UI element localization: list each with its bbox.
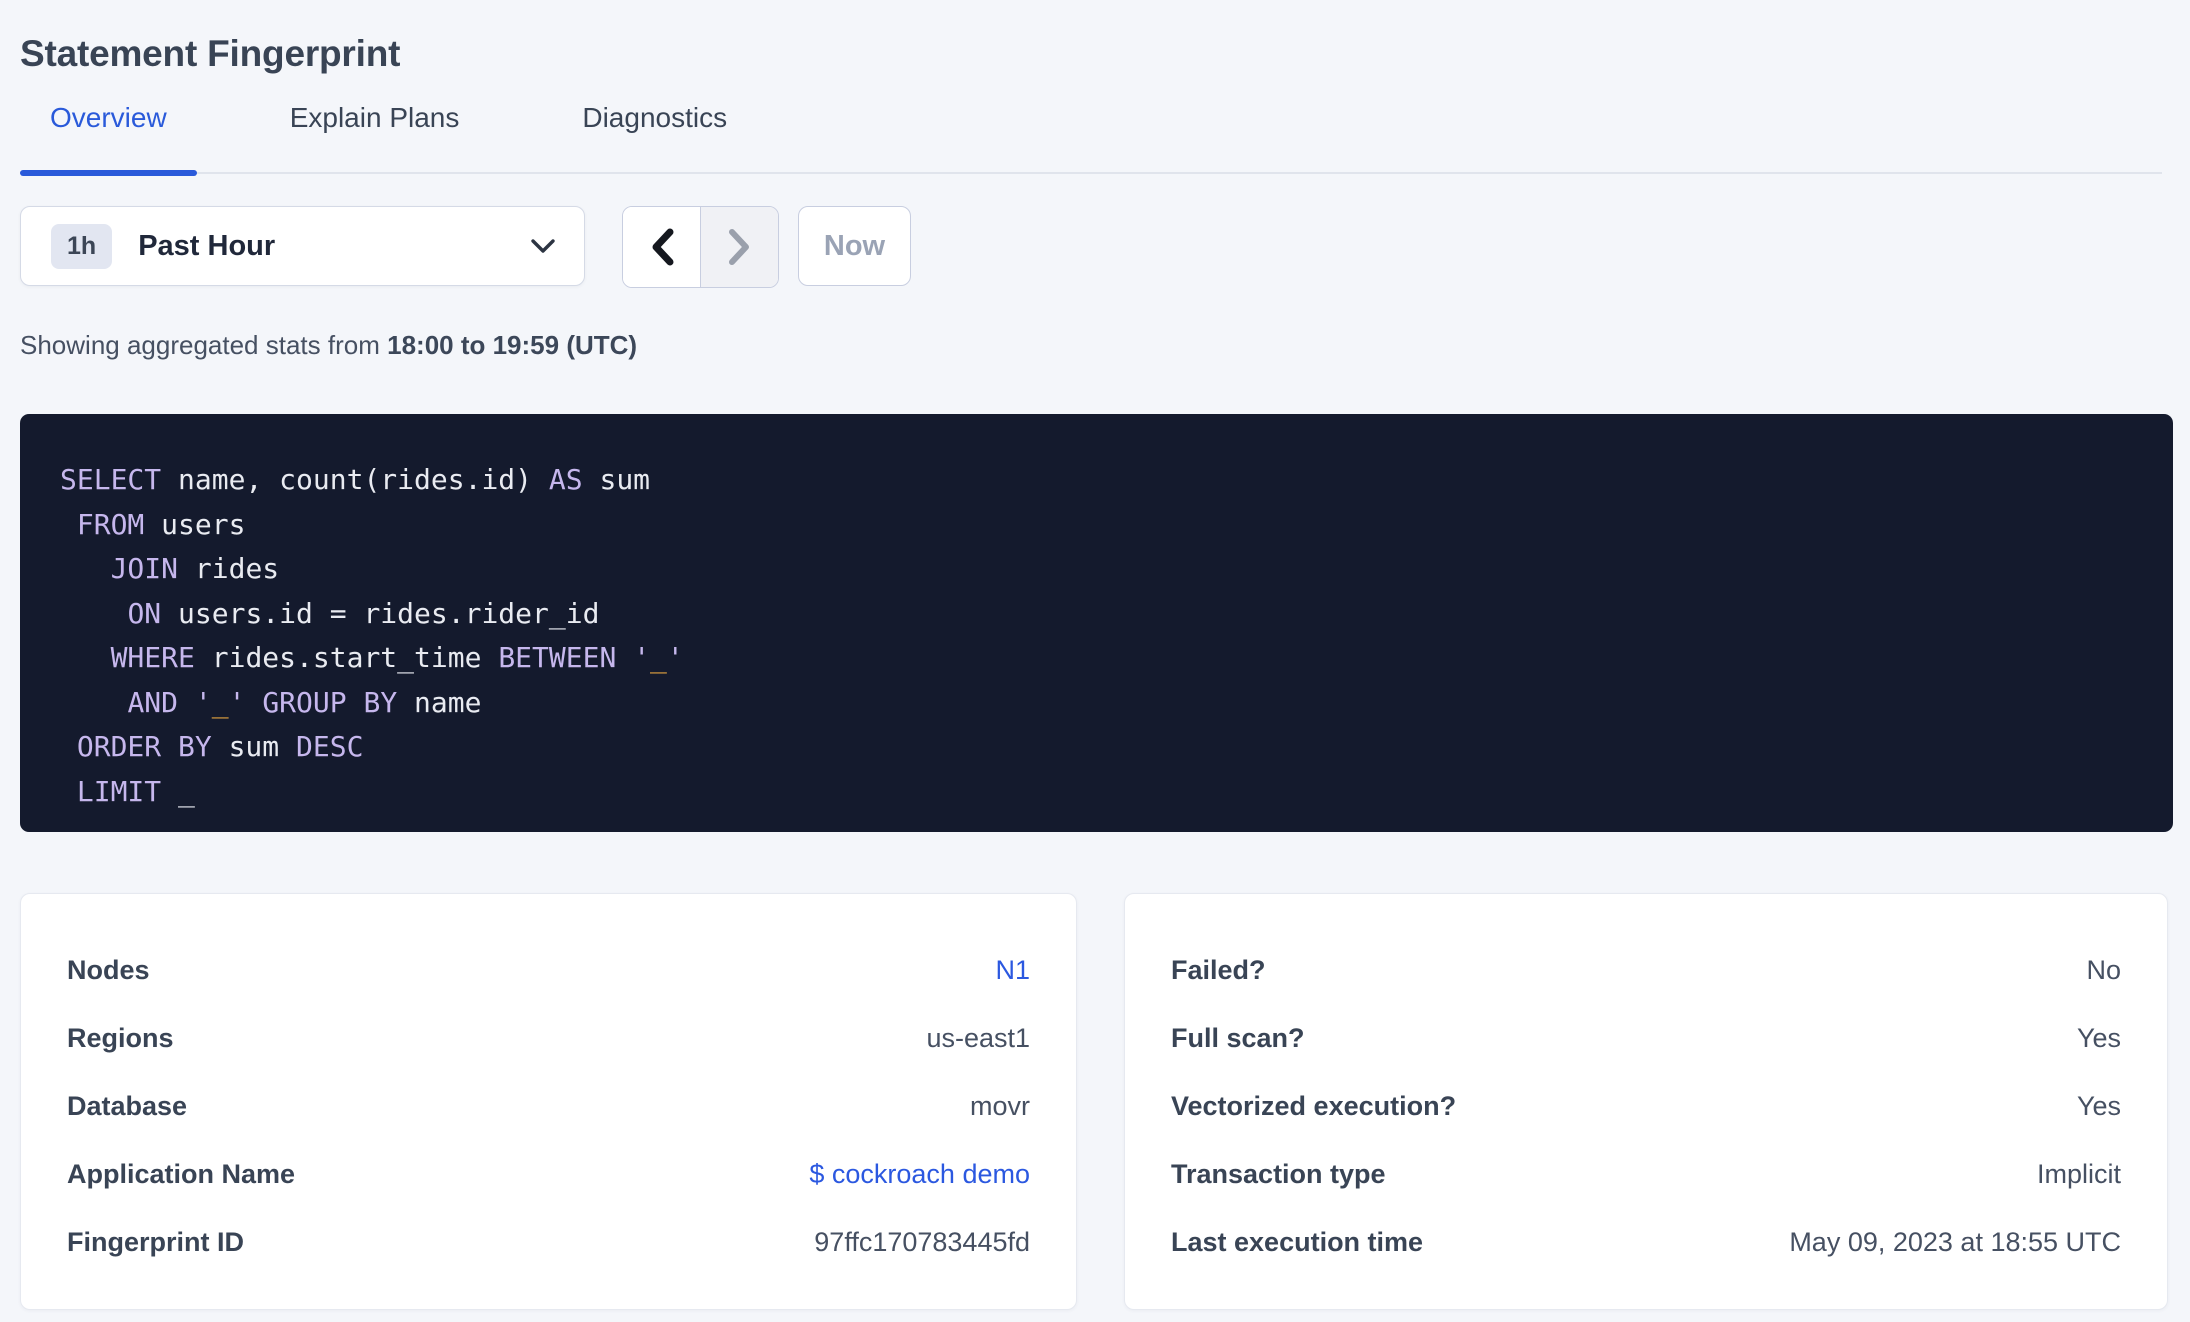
- sql-statement-box: SELECT name, count(rides.id) AS sum FROM…: [20, 414, 2173, 832]
- tab-overview[interactable]: Overview: [20, 98, 197, 176]
- statement-details-card: Nodes N1 Regions us-east1 Database movr Applic…: [20, 893, 1077, 1310]
- stats-range: 18:00 to 19:59 (UTC): [387, 330, 638, 360]
- chevron-down-icon: [530, 238, 556, 254]
- sql-line: FROM users: [76, 507, 246, 541]
- detail-label: Application Name: [67, 1158, 296, 1189]
- detail-value: 97ffc170783445fd: [814, 1226, 1030, 1257]
- detail-value: movr: [970, 1090, 1030, 1121]
- sql-line: ORDER BY sum DESC: [76, 730, 364, 763]
- detail-value: N1: [995, 955, 1030, 986]
- sql-line: LIMIT _: [76, 774, 195, 808]
- detail-value-link[interactable]: $ cockroach demo: [809, 1159, 1030, 1189]
- now-button[interactable]: Now: [798, 206, 911, 286]
- tabs: Overview Explain Plans Diagnostics: [20, 98, 2162, 176]
- detail-label: Failed?: [1171, 954, 1266, 985]
- detail-label: Vectorized execution?: [1171, 1090, 1457, 1121]
- detail-row: Database movr: [67, 1072, 1030, 1140]
- detail-label: Full scan?: [1171, 1022, 1305, 1053]
- detail-value: No: [2086, 954, 2121, 985]
- previous-time-button[interactable]: [623, 207, 701, 287]
- detail-row: Vectorized execution? Yes: [1171, 1072, 2121, 1140]
- detail-row: Last execution time May 09, 2023 at 18:55…: [1171, 1208, 2121, 1276]
- time-range-dropdown[interactable]: 1h Past Hour: [20, 206, 585, 286]
- sql-line: WHERE rides.start_time BETWEEN '_': [110, 641, 684, 674]
- detail-value: $ cockroach demo: [809, 1159, 1030, 1190]
- sql-line: SELECT name, count(rides.id) AS sum: [60, 463, 651, 496]
- tab-diagnostics[interactable]: Diagnostics: [552, 98, 757, 172]
- detail-label: Nodes: [67, 954, 150, 985]
- detail-label: Regions: [67, 1022, 174, 1053]
- page-title: Statement Fingerprint: [20, 32, 401, 74]
- detail-value: Yes: [2076, 1090, 2121, 1121]
- detail-row: Transaction type Implicit: [1171, 1140, 2121, 1208]
- sql-line: AND '_' GROUP BY name: [127, 685, 482, 719]
- stats-prefix: Showing aggregated stats from: [20, 330, 388, 360]
- detail-label: Fingerprint ID: [67, 1226, 244, 1257]
- detail-value: Yes: [2076, 1022, 2121, 1053]
- detail-row: Nodes N1: [67, 936, 1030, 1004]
- detail-row: Failed? No: [1171, 936, 2121, 1004]
- detail-value: May 09, 2023 at 18:55 UTC: [1789, 1226, 2121, 1257]
- detail-label: Last execution time: [1171, 1226, 1424, 1257]
- detail-row: Fingerprint ID 97ffc170783445fd: [67, 1208, 1030, 1276]
- detail-label: Database: [67, 1090, 188, 1121]
- tab-explain-plans[interactable]: Explain Plans: [260, 98, 490, 172]
- detail-value-link[interactable]: N1: [995, 955, 1030, 985]
- detail-row: Application Name $ cockroach demo: [67, 1140, 1030, 1208]
- chevron-left-icon: [648, 227, 676, 267]
- detail-row: Full scan? Yes: [1171, 1004, 2121, 1072]
- aggregated-stats-summary: Showing aggregated stats from 18:00 to 1…: [20, 330, 637, 361]
- detail-value: Implicit: [2036, 1158, 2121, 1189]
- detail-value: us-east1: [926, 1022, 1030, 1053]
- time-controls: 1h Past Hour Now: [20, 206, 911, 288]
- next-time-button[interactable]: [701, 207, 778, 287]
- time-range-badge: 1h: [51, 223, 113, 269]
- sql-line: ON users.id = rides.rider_id: [127, 596, 600, 630]
- time-nav-group: [622, 206, 779, 288]
- execution-details-card: Failed? No Full scan? Yes Vectorized executi…: [1124, 893, 2168, 1310]
- detail-row: Regions us-east1: [67, 1004, 1030, 1072]
- time-range-label: Past Hour: [138, 229, 276, 262]
- chevron-right-icon: [726, 227, 754, 267]
- sql-line: JOIN rides: [110, 552, 280, 585]
- detail-label: Transaction type: [1171, 1158, 1386, 1189]
